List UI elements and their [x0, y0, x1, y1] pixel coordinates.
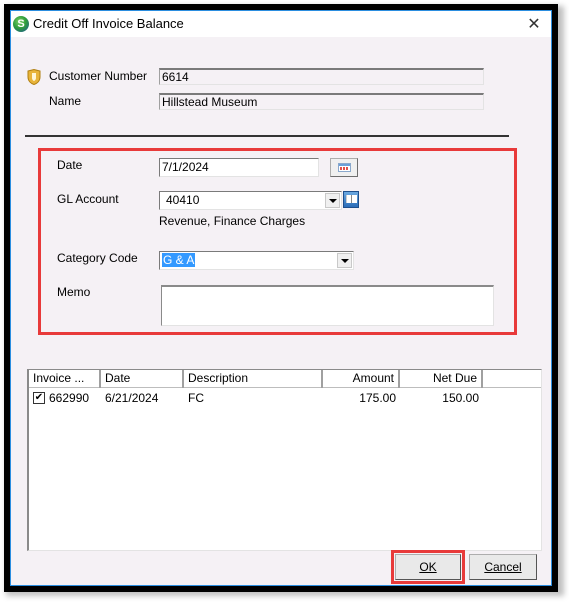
date-input[interactable]: 7/1/2024	[159, 158, 319, 177]
close-button[interactable]: ✕	[523, 14, 545, 34]
gl-account-value: 40410	[166, 193, 200, 207]
table-row[interactable]: ✔ 662990 6/21/2024 FC 175.00 150.00	[29, 389, 541, 407]
column-header-amount[interactable]: Amount	[323, 370, 400, 388]
cancel-button-label: Cancel	[484, 560, 522, 574]
gl-account-dropdown[interactable]: 40410	[159, 191, 342, 210]
gl-lookup-book-icon[interactable]	[343, 191, 359, 208]
calendar-button[interactable]	[330, 158, 358, 177]
category-code-value: G & A	[162, 253, 196, 267]
cell-date: 6/21/2024	[105, 391, 159, 405]
section-divider	[25, 135, 509, 137]
shield-icon	[27, 69, 41, 85]
customer-number-label: Customer Number	[49, 69, 148, 83]
gl-account-label: GL Account	[57, 192, 119, 206]
window-title: Credit Off Invoice Balance	[33, 16, 184, 31]
memo-label: Memo	[57, 285, 91, 299]
column-header-empty	[483, 370, 543, 388]
grid-header: Invoice ... Date Description Amount Net …	[29, 370, 541, 388]
app-logo-icon: S	[13, 16, 29, 32]
column-header-description[interactable]: Description	[184, 370, 323, 388]
cancel-button[interactable]: Cancel	[469, 554, 537, 580]
date-label: Date	[57, 158, 82, 172]
customer-name-field: Hillstead Museum	[159, 93, 484, 110]
row-select-checkbox[interactable]: ✔	[33, 392, 45, 404]
memo-textarea[interactable]	[161, 285, 494, 326]
dialog-window-frame: S Credit Off Invoice Balance ✕ Customer …	[4, 4, 558, 592]
ok-button[interactable]: OK	[395, 554, 461, 580]
customer-number-field: 6614	[159, 68, 484, 85]
calendar-icon	[338, 163, 351, 172]
name-label: Name	[49, 94, 82, 108]
gl-account-description: Revenue, Finance Charges	[159, 214, 306, 228]
cell-description: FC	[188, 391, 204, 405]
cell-invoice: 662990	[49, 391, 90, 405]
title-bar: S Credit Off Invoice Balance ✕	[11, 11, 551, 37]
ok-button-label: OK	[419, 560, 437, 574]
chevron-down-icon[interactable]	[337, 253, 352, 268]
category-code-label: Category Code	[57, 251, 138, 265]
cell-net-due: 150.00	[442, 391, 479, 405]
chevron-down-icon[interactable]	[325, 193, 340, 208]
cell-amount: 175.00	[359, 391, 396, 405]
column-header-invoice[interactable]: Invoice ...	[29, 370, 101, 388]
dialog-window: S Credit Off Invoice Balance ✕ Customer …	[10, 10, 552, 586]
column-header-net-due[interactable]: Net Due	[400, 370, 483, 388]
category-code-dropdown[interactable]: G & A	[159, 251, 354, 270]
invoice-grid[interactable]: Invoice ... Date Description Amount Net …	[27, 369, 542, 551]
column-header-date[interactable]: Date	[101, 370, 184, 388]
date-label-text: Date	[57, 158, 83, 172]
